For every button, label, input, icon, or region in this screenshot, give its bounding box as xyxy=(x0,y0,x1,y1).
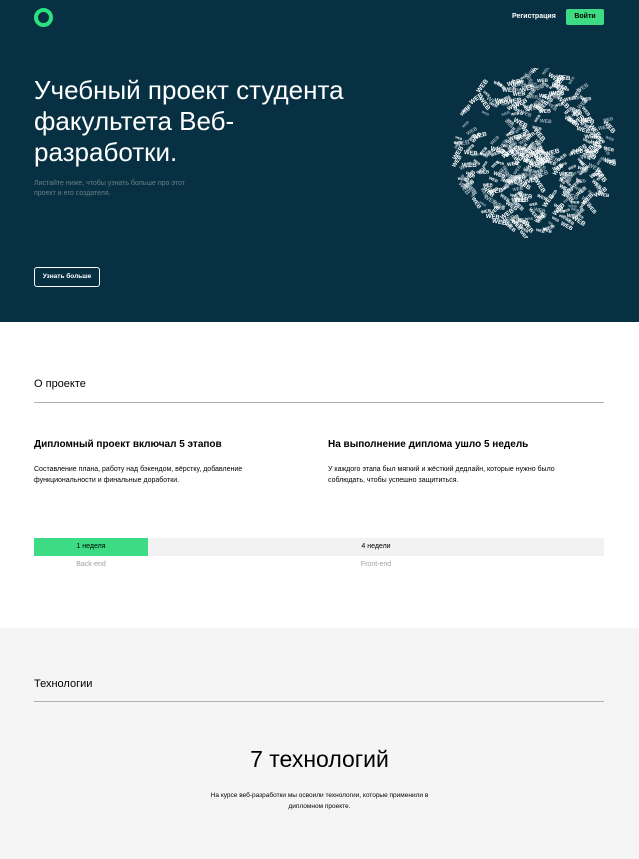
about-section-title: О проекте xyxy=(34,378,86,390)
stages-title: Дипломный проект включал 5 этапов xyxy=(34,439,222,450)
globe-word: WEB xyxy=(584,134,598,140)
globe-word: WEB xyxy=(571,96,580,100)
globe-word: WEB xyxy=(551,91,565,97)
weeks-text: У каждого этапа был мягкий и жёсткий дед… xyxy=(328,466,555,484)
tech-section: Технологии 7 технологий На курсе веб-раз… xyxy=(0,628,639,859)
hero-subtitle: Листайте ниже, чтобы узнать больше про э… xyxy=(34,180,185,197)
logo-ring-icon[interactable] xyxy=(34,8,53,27)
register-link[interactable]: Регистрация xyxy=(512,13,556,20)
globe-word: WEB xyxy=(464,150,478,157)
globe-word: WEB xyxy=(605,135,615,142)
globe-word: WEB xyxy=(481,110,490,117)
globe-word: WEB xyxy=(502,143,512,149)
globe-word: WEB xyxy=(540,118,553,125)
globe-word: WEB xyxy=(537,78,549,83)
timeline-bar: 1 неделя 4 недели xyxy=(34,538,604,556)
tech-section-title: Технологии xyxy=(34,678,93,690)
globe-word: WEB xyxy=(526,217,534,221)
hero-section: Регистрация Войти Учебный проект студент… xyxy=(0,0,639,322)
globe-word: WEB xyxy=(493,80,504,89)
tech-description: На курсе веб-разработки мы освоили техно… xyxy=(210,792,429,810)
globe-word: WEB xyxy=(576,83,590,95)
timeline-backend-segment: 1 неделя xyxy=(34,538,148,556)
hero-title: Учебный проект студента факультета Веб-р… xyxy=(34,75,344,167)
globe-word: WEB xyxy=(481,160,489,169)
globe-word: WEB xyxy=(454,141,463,145)
timeline-backend-label: Back-end xyxy=(76,561,106,568)
stages-text: Составление плана, работу над бэкендом, … xyxy=(34,466,243,484)
about-divider xyxy=(34,402,604,403)
globe-word: WEB xyxy=(603,116,614,123)
tech-count-title: 7 технологий xyxy=(250,746,389,772)
timeline-frontend-segment: 4 недели xyxy=(361,543,391,550)
globe-word: WEB xyxy=(491,217,507,227)
learn-more-button[interactable]: Узнать больше xyxy=(34,267,100,287)
weeks-title: На выполнение диплома ушло 5 недель xyxy=(328,439,529,450)
web-globe-illustration: WEBWEBWEBWEBWEBWEBWEBWEBWEBWEBWEBWEBWEBW… xyxy=(451,68,616,238)
timeline-frontend-label: Front-end xyxy=(360,561,392,568)
globe-word: WEB xyxy=(461,120,470,129)
tech-divider xyxy=(34,701,604,702)
login-button[interactable]: Войти xyxy=(566,9,604,25)
about-section: О проекте Дипломный проект включал 5 эта… xyxy=(0,322,639,628)
globe-word: WEB xyxy=(527,94,538,99)
